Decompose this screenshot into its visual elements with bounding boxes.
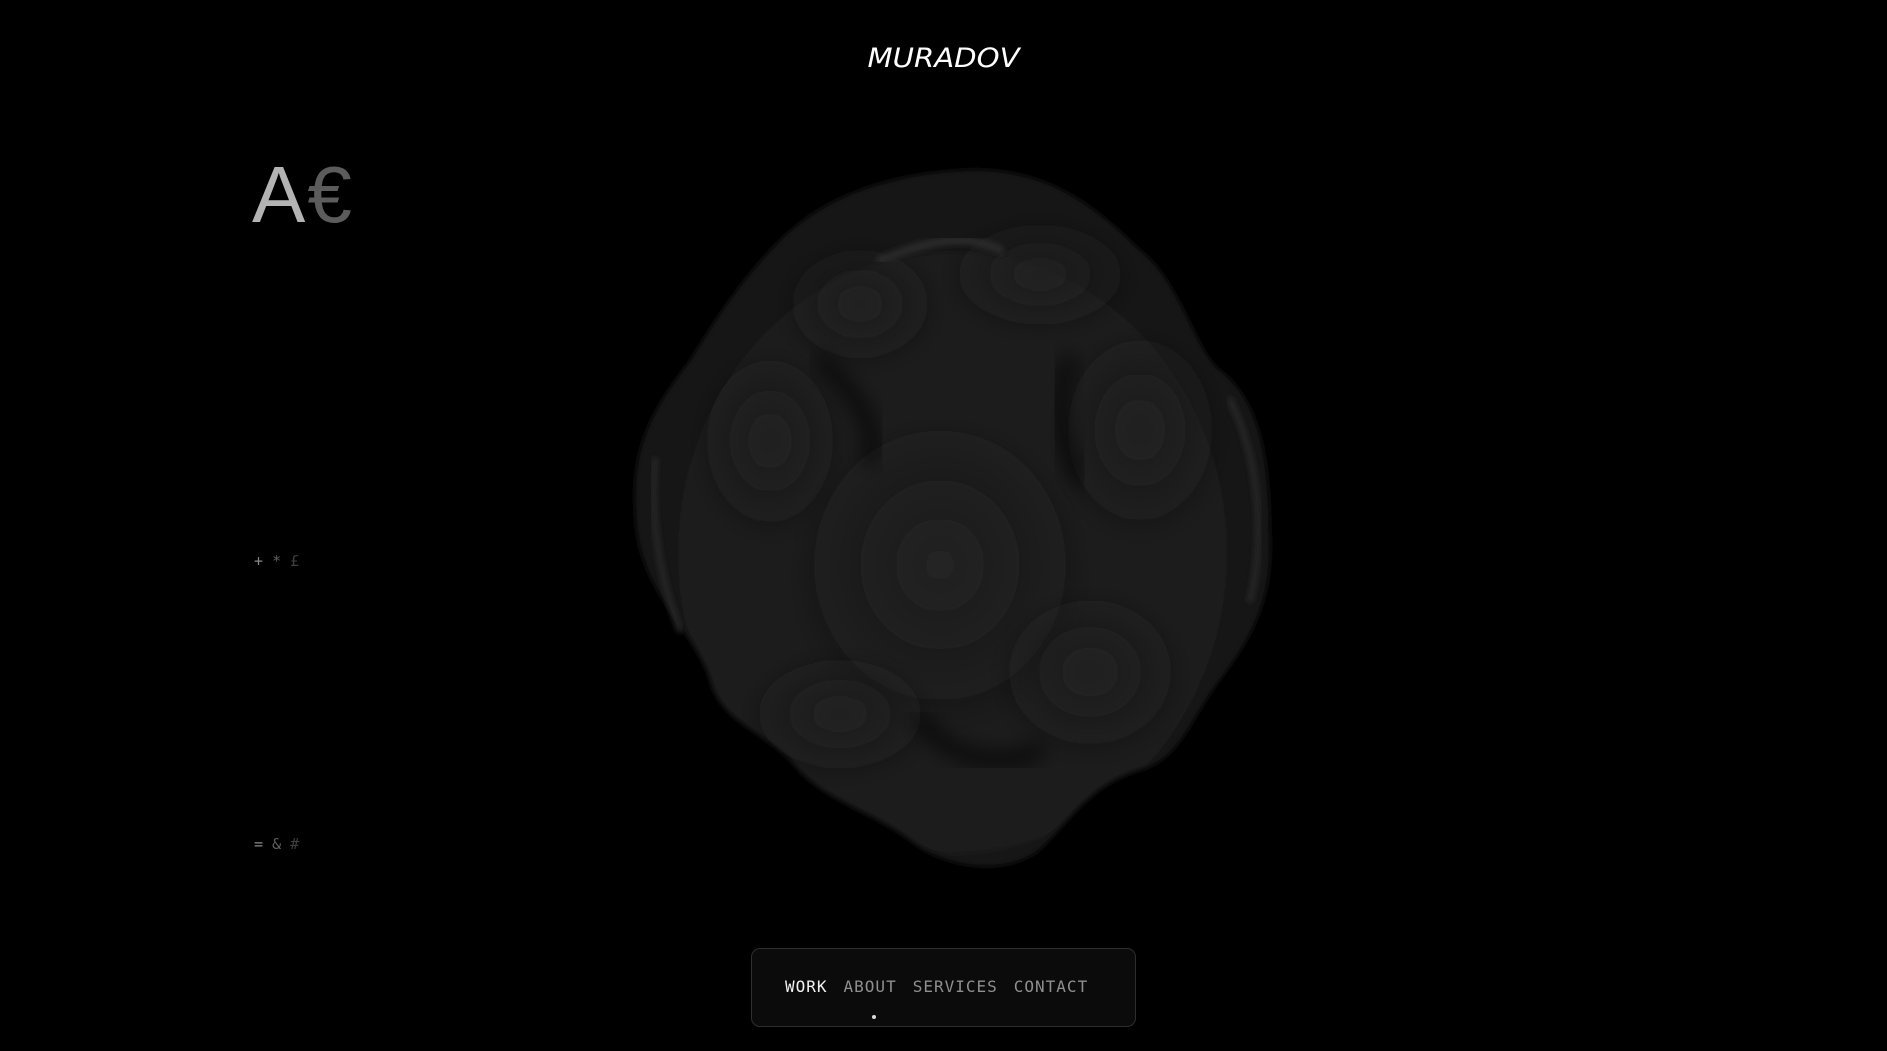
decorative-glyphs-small-top: + * £ (254, 552, 299, 570)
glyph-hash: # (290, 835, 300, 853)
bottom-nav: WORK ABOUT SERVICES CONTACT (751, 948, 1136, 1027)
nav-item-about[interactable]: ABOUT (844, 977, 897, 997)
glyph-equals: = (254, 835, 264, 853)
nav-item-contact[interactable]: CONTACT (1014, 977, 1088, 997)
decorative-glyphs-large: A € (252, 150, 352, 240)
active-indicator-dot (872, 1015, 876, 1019)
glyph-a: A (252, 150, 306, 239)
nav-item-services[interactable]: SERVICES (913, 977, 998, 997)
glyph-pound: £ (290, 552, 300, 570)
glyph-euro: € (307, 150, 352, 239)
nav-items: WORK ABOUT SERVICES CONTACT (785, 977, 1088, 997)
hero-blob (620, 160, 1300, 870)
glyph-ampersand: & (272, 835, 282, 853)
decorative-glyphs-small-bottom: = & # (254, 835, 299, 853)
glyph-plus: + (254, 552, 264, 570)
glyph-asterisk: * (272, 552, 282, 570)
brand-logo[interactable]: MURADOV (0, 44, 1887, 74)
nav-item-work[interactable]: WORK (785, 977, 828, 997)
